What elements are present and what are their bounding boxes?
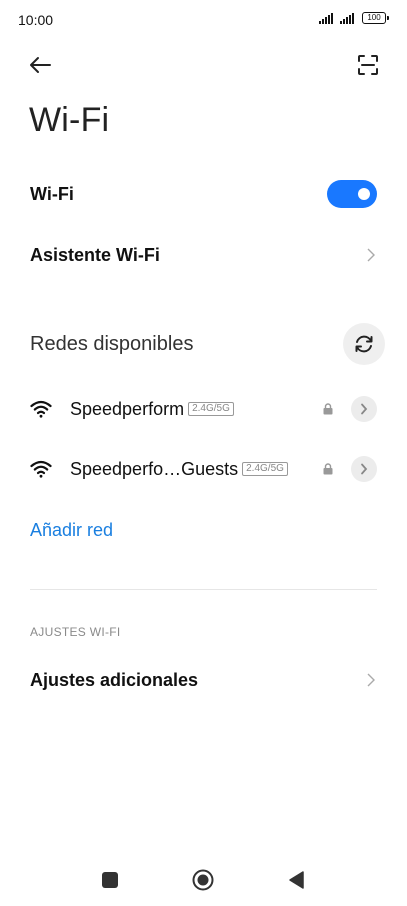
refresh-icon (355, 335, 373, 353)
add-network-link[interactable]: Añadir red (30, 520, 113, 541)
chevron-right-icon (361, 463, 368, 475)
nav-back-button[interactable] (287, 870, 305, 890)
wifi-toggle-switch[interactable] (327, 180, 377, 208)
refresh-button[interactable] (343, 323, 385, 365)
network-name: Speedperform (70, 398, 185, 419)
chevron-right-icon (361, 403, 368, 415)
scan-qr-button[interactable] (355, 52, 381, 78)
wifi-toggle-label: Wi-Fi (30, 183, 74, 204)
networks-title: Redes disponibles (30, 332, 194, 355)
network-details-button[interactable] (351, 396, 377, 422)
signal-icon (340, 12, 354, 24)
wifi-assistant-label: Asistente Wi-Fi (30, 244, 160, 265)
status-icons: 100 (319, 12, 389, 24)
page-title: Wi-Fi (29, 101, 110, 139)
networks-header: Redes disponibles (30, 323, 385, 365)
back-button[interactable] (26, 52, 54, 78)
nav-home-button[interactable] (192, 869, 214, 891)
status-time: 10:00 (18, 12, 54, 28)
battery-icon: 100 (362, 12, 389, 24)
home-circle-icon (192, 869, 214, 891)
signal-icon (319, 12, 333, 24)
scan-icon (358, 55, 378, 75)
chevron-right-icon (365, 247, 377, 263)
network-details-button[interactable] (351, 456, 377, 482)
lock-icon (323, 463, 333, 475)
network-item[interactable]: Speedperform 2.4G/5G (30, 393, 377, 425)
section-label: AJUSTES WI-FI (30, 625, 121, 639)
battery-level: 100 (362, 12, 386, 24)
wifi-signal-icon (30, 459, 54, 479)
additional-settings-label: Ajustes adicionales (30, 669, 199, 690)
triangle-back-icon (289, 871, 304, 889)
network-band-badge: 2.4G/5G (188, 402, 234, 416)
network-name: Speedperfo…Guests (70, 458, 239, 479)
arrow-left-icon (30, 57, 51, 73)
chevron-right-icon (365, 672, 377, 688)
wifi-signal-icon (30, 399, 54, 419)
toggle-knob (358, 188, 370, 200)
divider (30, 589, 377, 590)
wifi-toggle-row: Wi-Fi (30, 178, 377, 210)
network-item[interactable]: Speedperfo…Guests 2.4G/5G (30, 453, 377, 485)
nav-recents-button[interactable] (102, 872, 118, 888)
network-band-badge: 2.4G/5G (242, 462, 288, 476)
lock-icon (323, 403, 333, 415)
additional-settings-row[interactable]: Ajustes adicionales (30, 664, 377, 696)
wifi-assistant-row[interactable]: Asistente Wi-Fi (30, 239, 377, 271)
